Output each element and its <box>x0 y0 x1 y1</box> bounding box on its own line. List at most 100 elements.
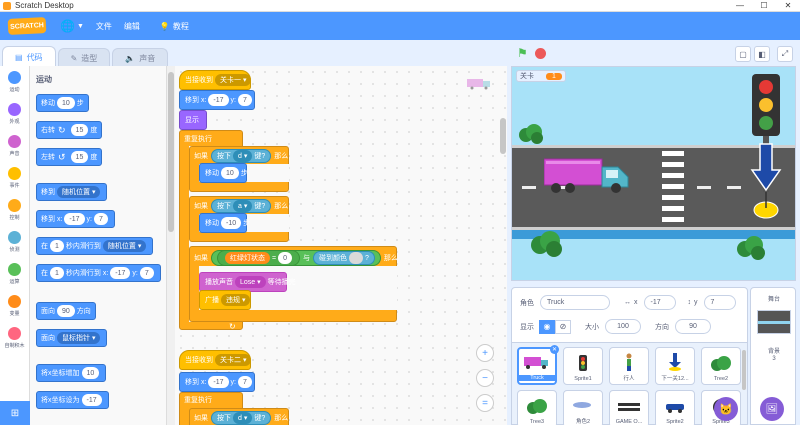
category-sound[interactable]: 声音 <box>0 130 29 162</box>
move-steps-block[interactable]: 移动 10 步 <box>199 163 248 183</box>
seconds-input[interactable]: 1 <box>50 267 64 279</box>
category-sensing[interactable]: 侦测 <box>0 226 29 258</box>
move-steps-block[interactable]: 移动 10 步 <box>36 94 89 112</box>
point-towards-block[interactable]: 面向 鼠标指针 ▾ <box>36 329 108 347</box>
tab-code[interactable]: ▤ 代码 <box>2 46 56 68</box>
tab-costumes[interactable]: ✎ 造型 <box>57 48 111 68</box>
sound-dropdown[interactable]: Lose ▾ <box>235 276 266 288</box>
file-menu[interactable]: 文件 <box>96 21 112 32</box>
key-pressed-sensing[interactable]: 按下 d ▾ 键? <box>211 411 272 425</box>
zoom-in-button[interactable]: + <box>476 344 494 362</box>
sprite-tile-pedestrian[interactable]: 行人 <box>609 347 649 385</box>
broadcast-dropdown[interactable]: 违规 ▾ <box>221 294 251 306</box>
green-flag-icon[interactable]: ⚑ <box>517 46 528 60</box>
equals-operator[interactable]: 红绿灯状态 = 0 <box>217 250 300 266</box>
sprite-size-input[interactable]: 100 <box>605 319 641 334</box>
scrollbar-thumb[interactable] <box>168 72 174 232</box>
delete-sprite-icon[interactable]: ✕ <box>550 345 559 354</box>
equals-input[interactable]: 0 <box>278 252 292 264</box>
y-input[interactable]: 7 <box>93 213 108 225</box>
turn-left-block[interactable]: 左转 ↺ 15 度 <box>36 148 103 166</box>
when-receive-hat-block[interactable]: 当接收到 关卡二 ▾ <box>179 350 252 370</box>
key-dropdown[interactable]: d ▾ <box>233 412 253 424</box>
sprite-direction-input[interactable]: 90 <box>675 319 711 334</box>
glide-target-block[interactable]: 在 1 秒内滑行到 随机位置 ▾ <box>36 237 154 255</box>
steps-input[interactable]: 10 <box>57 97 75 109</box>
sprite-name-input[interactable]: Truck <box>540 295 610 310</box>
set-x-block[interactable]: 将x坐标设为 -17 <box>36 391 109 409</box>
color-swatch[interactable] <box>349 252 363 264</box>
category-operators[interactable]: 运算 <box>0 258 29 290</box>
x-input[interactable]: -17 <box>208 376 229 388</box>
category-looks[interactable]: 外观 <box>0 98 29 130</box>
x-input[interactable]: -17 <box>208 94 229 106</box>
key-pressed-sensing[interactable]: 按下 d ▾ 键? <box>211 149 272 163</box>
goto-xy-block[interactable]: 移到 x: -17 y: 7 <box>179 372 255 392</box>
message-dropdown[interactable]: 关卡一 ▾ <box>215 74 252 86</box>
change-x-input[interactable]: 10 <box>81 367 100 379</box>
set-x-input[interactable]: -17 <box>81 394 102 406</box>
change-x-block[interactable]: 将x坐标增加 10 <box>36 364 107 382</box>
category-my-blocks[interactable]: 自制积木 <box>0 322 29 354</box>
sprite-tile-truck[interactable]: ✕ Truck <box>517 345 559 385</box>
category-variables[interactable]: 变量 <box>0 290 29 322</box>
steps-input[interactable]: 10 <box>221 167 239 179</box>
fullscreen-button[interactable]: ⤢ <box>777 46 793 62</box>
sprite-tile-tree3[interactable]: Tree3 <box>517 390 557 425</box>
glide-target-dropdown[interactable]: 随机位置 ▾ <box>102 240 147 252</box>
direction-input[interactable]: 90 <box>57 305 75 317</box>
zoom-out-button[interactable]: − <box>476 369 494 387</box>
small-stage-button[interactable]: ▢ <box>735 46 751 62</box>
goto-target-block[interactable]: 移到 随机位置 ▾ <box>36 183 108 201</box>
steps-input[interactable]: -10 <box>221 217 242 229</box>
maximize-button[interactable]: ☐ <box>752 1 776 10</box>
sprite-tile-sprite-role2[interactable]: 角色2 <box>563 390 603 425</box>
point-target-dropdown[interactable]: 鼠标指针 ▾ <box>57 332 101 344</box>
and-operator[interactable]: 红绿灯状态 = 0 与碰到颜色? <box>211 250 381 266</box>
key-dropdown[interactable]: d ▾ <box>233 150 253 162</box>
seconds-input[interactable]: 1 <box>50 240 64 252</box>
category-events[interactable]: 事件 <box>0 162 29 194</box>
code-area[interactable]: 当接收到 关卡一 ▾ 移到 x: -17 y: 7 显示 重复执行 如果 按下 d ▾ 键? 那… <box>175 66 507 425</box>
sprite-x-input[interactable]: -17 <box>643 295 676 310</box>
traffic-light-variable[interactable]: 红绿灯状态 <box>225 252 270 264</box>
sprite-tile-game-over[interactable]: GAME O... <box>609 390 649 425</box>
degrees-input[interactable]: 15 <box>70 124 89 136</box>
sprite-y-input[interactable]: 7 <box>703 295 736 310</box>
goto-xy-block[interactable]: 移到 x: -17 y: 7 <box>179 90 255 110</box>
sprite-list-scrollbar[interactable] <box>742 350 746 390</box>
broadcast-block[interactable]: 广播 违规 ▾ <box>199 290 251 310</box>
when-receive-hat-block[interactable]: 当接收到 关卡一 ▾ <box>179 70 252 90</box>
touching-color-sensing[interactable]: 碰到颜色? <box>313 251 375 265</box>
category-control[interactable]: 控制 <box>0 194 29 226</box>
move-steps-block[interactable]: 移动 -10 步 <box>199 213 250 233</box>
hide-sprite-toggle[interactable]: ⊘ <box>555 319 571 334</box>
level-variable-monitor[interactable]: 关卡 1 <box>516 70 566 82</box>
sprite-tile-sprite1[interactable]: Sprite1 <box>563 347 603 385</box>
scratch-logo[interactable]: SCRATCH <box>7 17 47 35</box>
degrees-input[interactable]: 15 <box>70 151 89 163</box>
add-extension-button[interactable]: ⊞ <box>0 401 30 425</box>
tutorials-button[interactable]: 💡 教程 <box>160 21 189 32</box>
sprite-tile-tree2[interactable]: Tree2 <box>701 347 741 385</box>
close-button[interactable]: ✕ <box>776 1 800 10</box>
key-dropdown[interactable]: a ▾ <box>233 200 253 212</box>
globe-icon[interactable]: 🌐 <box>60 19 75 33</box>
stage-thumbnail[interactable] <box>757 310 791 334</box>
choose-backdrop-button[interactable]: 🖼 <box>760 397 784 421</box>
y-input[interactable]: 7 <box>237 94 252 106</box>
message-dropdown[interactable]: 关卡二 ▾ <box>215 354 252 366</box>
sprite-tile-sprite2[interactable]: Sprite2 <box>655 390 695 425</box>
turn-right-block[interactable]: 右转 ↻ 15 度 <box>36 121 103 139</box>
tab-sounds[interactable]: 🔈 声音 <box>112 48 169 68</box>
play-sound-until-done-block[interactable]: 播放声音 Lose ▾ 等待播完 <box>199 272 296 292</box>
show-block[interactable]: 显示 <box>179 110 207 130</box>
key-pressed-sensing[interactable]: 按下 a ▾ 键? <box>211 199 272 213</box>
stop-button[interactable] <box>535 48 546 59</box>
zoom-reset-button[interactable]: = <box>476 394 494 412</box>
code-area-scrollbar[interactable] <box>500 118 506 154</box>
large-stage-button[interactable]: ◧ <box>754 46 770 62</box>
x-input[interactable]: -17 <box>110 267 131 279</box>
traffic-light-sprite[interactable] <box>746 72 786 222</box>
edit-menu[interactable]: 编辑 <box>124 21 140 32</box>
